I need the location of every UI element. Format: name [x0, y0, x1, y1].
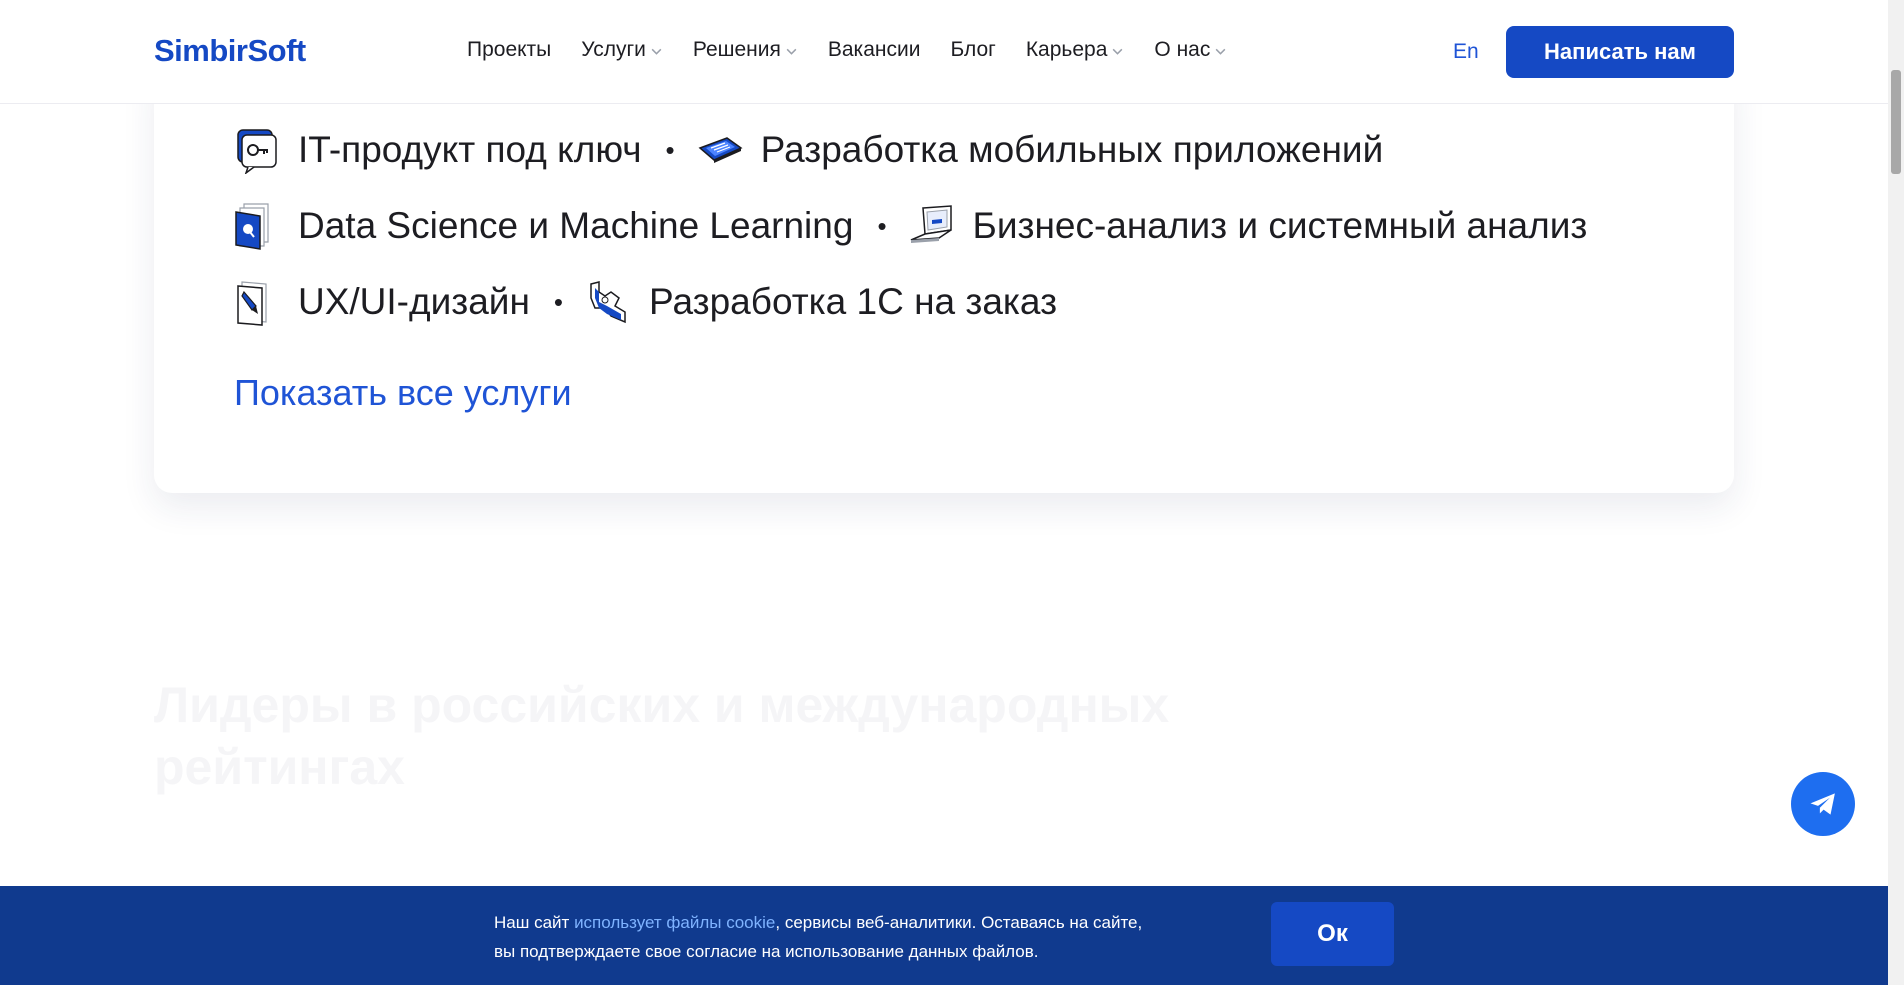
service-link-mobile[interactable]: Разработка мобильных приложений	[697, 126, 1384, 174]
cookie-banner: Наш сайт использует файлы cookie, сервис…	[0, 886, 1888, 985]
service-link-it-product[interactable]: IT-продукт под ключ	[234, 126, 642, 174]
show-all-services-link[interactable]: Показать все услуги	[234, 372, 572, 414]
service-link-business-analysis[interactable]: Бизнес-анализ и системный анализ	[909, 202, 1588, 250]
leaders-heading: Лидеры в российских и международных рейт…	[154, 674, 1334, 798]
service-label: Разработка 1С на заказ	[649, 281, 1058, 322]
cookie-text-part: , сервисы веб-аналитики. Оставаясь на са…	[775, 913, 1143, 932]
nav-item-services[interactable]: Услуги	[581, 38, 663, 62]
separator-dot: •	[553, 286, 564, 317]
scrollbar[interactable]	[1888, 0, 1904, 985]
service-label: UX/UI-дизайн	[298, 281, 530, 322]
documents-icon	[235, 203, 269, 250]
leaders-heading-line: Лидеры в российских и международных	[154, 677, 1170, 733]
cookie-text: Наш сайт использует файлы cookie, сервис…	[494, 908, 1214, 966]
separator-dot: •	[877, 210, 887, 241]
nav-label: О нас	[1154, 38, 1211, 61]
service-label: IT-продукт под ключ	[298, 129, 642, 170]
nav-item-about[interactable]: О нас	[1154, 38, 1227, 62]
nav-item-solutions[interactable]: Решения	[693, 38, 798, 62]
service-label: Бизнес-анализ и системный анализ	[972, 205, 1588, 246]
cookie-text-part: Наш сайт	[494, 913, 575, 932]
contact-us-button[interactable]: Написать нам	[1506, 26, 1734, 78]
telegram-button[interactable]	[1791, 772, 1855, 836]
services-row: UX/UI-дизайн • Разработка 1С на заказ	[234, 278, 1057, 326]
service-link-1c[interactable]: Разработка 1С на заказ	[585, 278, 1057, 326]
service-link-ux-ui[interactable]: UX/UI-дизайн	[234, 278, 530, 326]
key-chat-icon	[237, 129, 277, 174]
design-pen-icon	[237, 281, 267, 326]
nav-label: Карьера	[1025, 38, 1108, 61]
nav-label: Услуги	[581, 38, 646, 61]
separator-dot: •	[665, 134, 675, 165]
language-switch[interactable]: En	[1453, 40, 1479, 64]
nav-item-career[interactable]: Карьера	[1026, 38, 1125, 62]
chevron-down-icon	[651, 48, 662, 55]
telegram-icon	[1810, 793, 1835, 815]
nav-label: Решения	[692, 38, 781, 61]
services-card	[154, 60, 1734, 493]
services-row: IT-продукт под ключ • Разработка мобильн…	[234, 126, 1383, 174]
service-link-data-science[interactable]: Data Science и Machine Learning	[234, 202, 853, 250]
logo[interactable]: SimbirSoft	[154, 33, 306, 69]
services-row: Data Science и Machine Learning • Бизнес…	[234, 202, 1587, 250]
service-label: Разработка мобильных приложений	[760, 129, 1384, 170]
cookie-ok-button[interactable]: Ок	[1271, 902, 1394, 966]
site-header: SimbirSoft Проекты Услуги Решения Ваканс…	[0, 0, 1888, 104]
leaders-heading-line: рейтингах	[154, 739, 405, 795]
cookie-text-part: вы подтверждаете свое согласие на исполь…	[494, 942, 1039, 961]
cookie-policy-link[interactable]: использует файлы cookie	[574, 913, 775, 932]
nav-label: Вакансии	[827, 38, 921, 61]
smartphone-icon	[698, 137, 743, 163]
wrench-icon	[590, 281, 626, 324]
chevron-down-icon	[1113, 48, 1123, 55]
nav-item-vacancies[interactable]: Вакансии	[828, 38, 921, 62]
laptop-icon	[910, 205, 952, 243]
service-label: Data Science и Machine Learning	[298, 205, 854, 246]
nav-item-blog[interactable]: Блог	[950, 38, 995, 62]
nav-label: Проекты	[467, 38, 552, 61]
nav-item-projects[interactable]: Проекты	[467, 38, 551, 62]
chevron-down-icon	[786, 48, 797, 55]
scrollbar-thumb[interactable]	[1891, 70, 1901, 174]
main-nav: Проекты Услуги Решения Вакансии Блог Кар…	[467, 38, 1257, 62]
chevron-down-icon	[1215, 48, 1226, 55]
nav-label: Блог	[950, 38, 996, 61]
